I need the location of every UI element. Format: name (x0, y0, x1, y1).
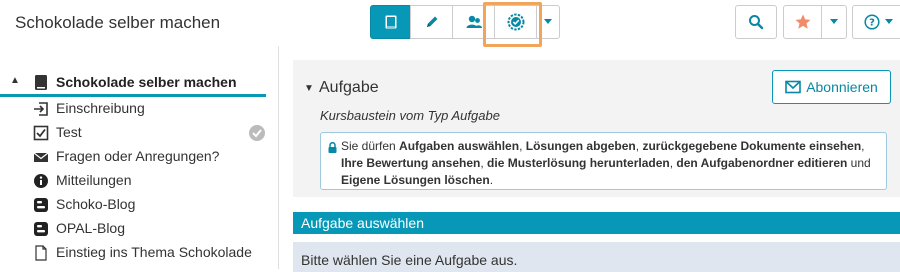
collapse-triangle-icon[interactable]: ▼ (304, 83, 314, 94)
page-title: Schokolade selber machen (15, 13, 221, 32)
node-type-subtitle: Kursbaustein vom Typ Aufgabe (320, 108, 500, 123)
permission-select-tasks: Aufgaben auswählen (399, 139, 520, 153)
envelope-icon (785, 80, 801, 94)
permission-text: , (519, 139, 526, 153)
edit-button[interactable] (410, 5, 453, 39)
sidebar-item-mitteilungen[interactable]: Mitteilungen (0, 169, 278, 193)
permission-submit-solutions: Lösungen abgeben (525, 139, 636, 153)
permission-download-sample: die Musterlösung herunterladen (487, 156, 670, 170)
sidebar-item-label: Test (56, 124, 82, 140)
permission-text: und (847, 156, 871, 170)
permission-edit-folder: den Aufgabenordner editieren (676, 156, 848, 170)
sidebar-item-einstieg[interactable]: Einstieg ins Thema Schokolade (0, 241, 278, 265)
node-title: Aufgabe (319, 79, 379, 96)
envelope-icon (33, 149, 49, 165)
help-icon: ? (864, 14, 880, 30)
course-node-panel: ▼ Aufgabe Abonnieren Kursbaustein vom Ty… (293, 60, 900, 197)
checkbox-icon (33, 125, 49, 141)
book-icon (385, 15, 396, 29)
page-icon (33, 245, 49, 261)
search-icon (749, 15, 764, 30)
permission-text: . (489, 173, 494, 187)
participants-button[interactable] (452, 5, 495, 39)
info-icon (33, 173, 49, 189)
sidebar-item-opal-blog[interactable]: OPAL-Blog (0, 217, 278, 241)
enrollment-icon (33, 101, 49, 117)
help-button[interactable]: ? (852, 5, 900, 39)
completed-check-icon (248, 124, 266, 147)
permissions-info-box: Sie dürfen Aufgaben auswählen, Lösungen … (320, 132, 887, 190)
blog-icon (33, 221, 49, 237)
badge-check-icon (507, 13, 524, 31)
permission-text: , (861, 139, 865, 153)
sidebar-root-label: Schokolade selber machen (56, 74, 237, 90)
sidebar-item-label: Fragen oder Anregungen? (56, 148, 220, 164)
course-navigation: ▲ Schokolade selber machen Einschreibung… (0, 46, 279, 269)
sidebar-item-label: Einstieg ins Thema Schokolade (56, 244, 252, 260)
sidebar-divider (278, 46, 279, 269)
subscribe-button[interactable]: Abonnieren (772, 70, 891, 104)
collapse-triangle-icon[interactable]: ▲ (10, 75, 20, 86)
permission-view-grade: Ihre Bewertung ansehen (341, 156, 481, 170)
favorite-menu-button[interactable] (821, 5, 847, 39)
book-icon (33, 74, 49, 96)
users-icon (466, 15, 482, 28)
search-button[interactable] (735, 5, 777, 39)
assessment-button[interactable] (494, 5, 537, 39)
lock-icon (328, 141, 337, 158)
sidebar-item-label: OPAL-Blog (56, 220, 125, 236)
sidebar-item-label: Schoko-Blog (56, 196, 136, 212)
subscribe-label: Abonnieren (806, 79, 878, 95)
caret-down-icon (885, 19, 893, 24)
course-more-button[interactable] (536, 5, 560, 39)
sidebar-root-item[interactable]: ▲ Schokolade selber machen (0, 71, 266, 97)
sidebar-item-fragen[interactable]: Fragen oder Anregungen? (0, 145, 278, 169)
sidebar-item-schoko-blog[interactable]: Schoko-Blog (0, 193, 278, 217)
sidebar-item-label: Mitteilungen (56, 172, 132, 188)
svg-text:?: ? (869, 18, 875, 29)
top-bar: Schokolade selber machen ? (0, 0, 900, 47)
sidebar-item-label: Einschreibung (56, 100, 145, 116)
permission-delete-solutions: Eigene Lösungen löschen (341, 173, 490, 187)
sidebar-item-einschreibung[interactable]: Einschreibung (0, 97, 278, 121)
select-task-message: Bitte wählen Sie eine Aufgabe aus. (293, 242, 900, 272)
sidebar-item-test[interactable]: Test (0, 121, 278, 145)
caret-down-icon (830, 19, 838, 24)
permission-text: Sie dürfen (341, 139, 400, 153)
caret-down-icon (544, 19, 552, 24)
course-view-button[interactable] (370, 5, 411, 39)
star-icon (795, 14, 810, 29)
info-message-text: Bitte wählen Sie eine Aufgabe aus. (301, 252, 518, 268)
permission-view-returned: zurückgegebene Dokumente einsehen (642, 139, 862, 153)
favorite-button[interactable] (783, 5, 822, 39)
pencil-icon (426, 16, 437, 27)
section-header-select-task: Aufgabe auswählen (293, 212, 900, 234)
blog-icon (33, 197, 49, 213)
